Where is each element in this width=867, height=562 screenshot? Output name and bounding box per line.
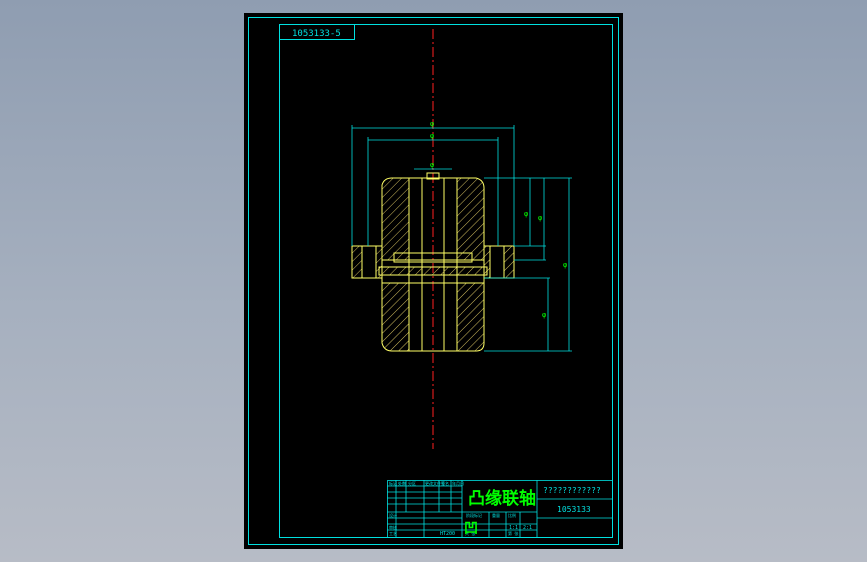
lower-hub-right [456, 282, 485, 352]
title-row-label-4: 工艺 [389, 531, 397, 536]
title-header-cell-4: 签名 [441, 480, 449, 486]
question-marks: ???????????? [543, 486, 601, 495]
drawing-number: 1053133 [557, 505, 591, 514]
dim-upper-height-2: φ [538, 214, 542, 222]
cad-viewport[interactable]: 1053133-5 φ φ φ φ φ φ φ 标记 设计 审核 工艺 处数 分… [0, 0, 867, 562]
scale-text: 1:1 [509, 525, 518, 531]
title-row-label-2: 设计 [389, 512, 397, 518]
title-middle-cell-2: 重量 [492, 512, 500, 518]
title-row-label-3: 审核 [389, 524, 397, 530]
title-header-cell-5: 年月日 [452, 480, 464, 486]
drawing-svg: 1053133-5 φ φ φ φ φ φ φ 标记 设计 审核 工艺 处数 分… [248, 17, 619, 545]
dim-hub-bore: φ [430, 161, 434, 169]
drawing-sheet: 1053133-5 φ φ φ φ φ φ φ 标记 设计 审核 工艺 处数 分… [244, 13, 623, 549]
title-middle-cell-3: 比例 [508, 512, 516, 518]
upper-hub-left [381, 177, 410, 261]
title-header-cell-1: 处数 [398, 480, 406, 486]
ratio-text: 2:1 [523, 525, 532, 531]
dim-total-height: φ [563, 261, 567, 269]
part-name: 凸缘联轴 [468, 488, 536, 509]
dim-lower-height: φ [542, 311, 546, 319]
sheet-code: 1053133-5 [292, 29, 341, 39]
material-text: HT200 [440, 531, 455, 537]
inner-frame [279, 24, 613, 538]
stamp-text: 凹 [464, 521, 478, 537]
lower-hub-left [381, 282, 410, 352]
dim-upper-height-1: φ [524, 210, 528, 218]
title-header-cell-2: 分区 [408, 480, 416, 486]
upper-hub-right [456, 177, 485, 261]
dim-bolt-circle: φ [430, 132, 434, 140]
title-middle-cell-1: 阶段标记 [466, 512, 482, 518]
dim-outer-diameter: φ [430, 120, 434, 128]
title-row-label-1: 标记 [389, 480, 397, 486]
